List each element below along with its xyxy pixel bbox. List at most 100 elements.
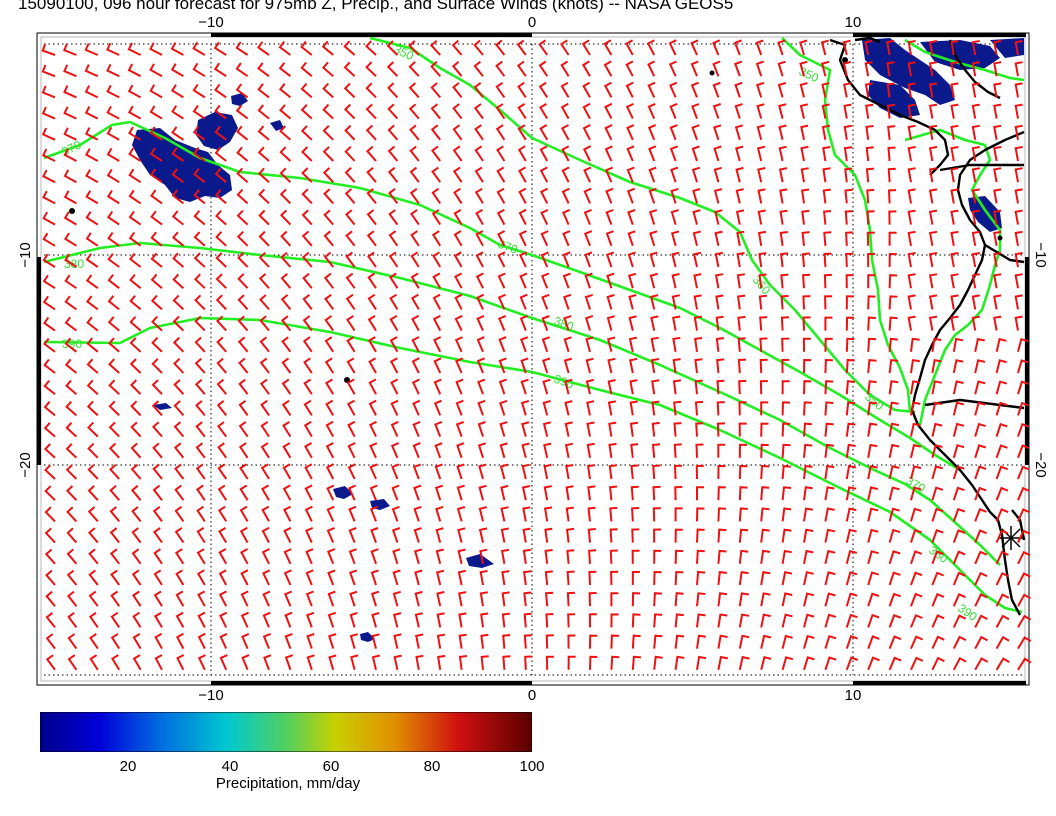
wind-barb: [952, 635, 967, 650]
wind-barb: [431, 209, 442, 226]
wind-barb: [149, 105, 163, 120]
wind-barb: [540, 272, 550, 289]
wind-barb: [107, 210, 120, 226]
wind-barb: [696, 613, 706, 628]
wind-barb: [301, 209, 313, 226]
wind-barb: [516, 39, 527, 56]
wind-barb: [216, 336, 227, 353]
wind-barb: [257, 146, 270, 162]
wind-barb: [477, 442, 487, 459]
wind-barb: [261, 526, 270, 544]
wind-barb: [625, 39, 634, 56]
wind-barb: [560, 124, 570, 141]
colorbar-tick-5: 100: [519, 758, 545, 775]
wind-barb: [993, 103, 1002, 119]
wind-barb: [303, 399, 313, 416]
wind-barb: [85, 148, 99, 162]
wind-barb: [606, 294, 615, 310]
wind-barb: [760, 613, 771, 628]
wind-barb: [476, 336, 485, 353]
island-3: [709, 70, 715, 76]
wind-barb: [480, 633, 489, 649]
wind-barb: [755, 39, 764, 56]
wind-barb: [652, 464, 661, 480]
wind-barb: [235, 104, 249, 120]
wind-barb: [367, 336, 377, 353]
wind-barb: [174, 463, 185, 480]
wind-barb: [454, 314, 463, 332]
wind-barb: [760, 507, 770, 522]
wind-barb: [45, 569, 56, 586]
wind-barb: [587, 528, 596, 543]
wind-barb: [562, 272, 571, 289]
wind-barb: [648, 209, 658, 225]
wind-barb: [888, 231, 897, 246]
wind-barb: [695, 422, 704, 437]
wind-barb: [306, 654, 315, 671]
wind-barb: [734, 60, 743, 77]
wind-barb: [995, 635, 1010, 650]
wind-barb: [867, 486, 879, 501]
wind-barb: [800, 145, 809, 162]
wind-barb: [433, 399, 442, 416]
wind-barb: [432, 293, 442, 310]
wind-barb: [759, 337, 768, 352]
wind-barb: [1014, 188, 1023, 204]
wind-barb: [952, 656, 967, 671]
wind-barb: [324, 315, 335, 332]
wind-barb: [522, 570, 532, 586]
wind-barb: [475, 208, 484, 226]
wind-barb: [108, 421, 120, 438]
wind-barb: [974, 359, 986, 374]
wind-barb: [974, 550, 988, 565]
wind-barb: [85, 232, 99, 247]
wind-barb: [735, 209, 745, 225]
wind-barb: [843, 82, 852, 98]
wind-barb: [106, 42, 120, 56]
wind-barb: [43, 358, 56, 374]
wind-barb: [499, 421, 508, 437]
wind-barb: [823, 273, 832, 289]
wind-barb: [865, 146, 874, 162]
wind-barb: [454, 272, 463, 289]
wind-barb: [454, 293, 463, 310]
wind-barb: [497, 272, 506, 289]
wind-barb: [302, 336, 313, 353]
map-frame: [36, 32, 1030, 686]
wind-barb: [565, 527, 575, 543]
wind-barb: [325, 463, 335, 480]
colorbar-tick-2: 40: [221, 758, 239, 775]
wind-barb: [717, 592, 728, 607]
wind-barb: [386, 61, 399, 77]
wind-barb: [457, 569, 467, 586]
wind-barb: [759, 358, 768, 374]
wind-barb: [458, 633, 467, 649]
wind-barb: [974, 593, 988, 607]
wind-barb: [129, 337, 142, 353]
wind-barb: [993, 315, 1002, 331]
wind-barb: [41, 64, 56, 78]
wind-barb: [691, 103, 700, 119]
wind-barb: [151, 358, 163, 374]
wind-barb: [453, 187, 463, 204]
wind-barb: [196, 527, 206, 544]
wind-barb: [66, 548, 78, 565]
wind-barb: [173, 379, 185, 395]
wind-barb: [107, 232, 120, 247]
wind-barb: [154, 632, 163, 650]
wind-barb: [279, 167, 292, 183]
wind-barb: [824, 358, 833, 374]
wind-barb: [974, 657, 989, 671]
wind-barb: [214, 146, 227, 162]
wind-barb: [781, 486, 792, 501]
wind-barb: [696, 486, 704, 501]
wind-barb: [176, 654, 185, 671]
wind-barb: [670, 230, 680, 247]
colorbar-tick-1: 20: [119, 758, 137, 775]
wind-barb: [369, 442, 378, 459]
wind-barb: [347, 484, 357, 501]
wind-barb: [475, 230, 484, 247]
wind-barb: [756, 145, 766, 162]
wind-barb: [150, 210, 163, 226]
wind-barb: [501, 612, 511, 628]
